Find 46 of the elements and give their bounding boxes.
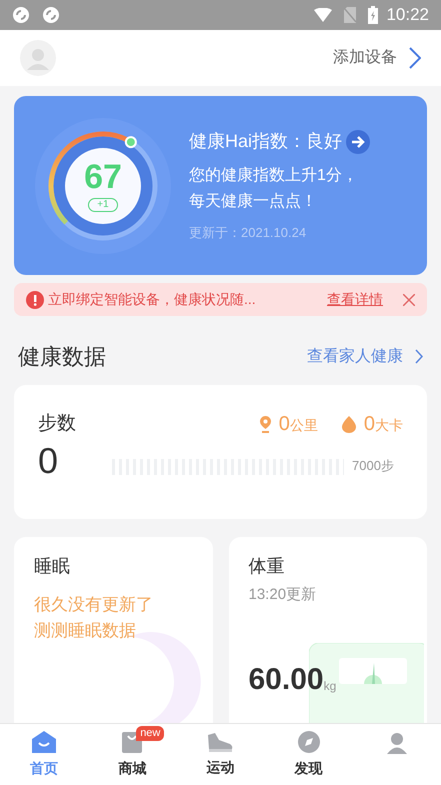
- location-pin-icon: [260, 416, 271, 432]
- sync-icon: [42, 6, 60, 24]
- update-date: 更新于：2021.10.24: [189, 224, 308, 242]
- flame-icon: [342, 416, 356, 432]
- sleep-message-line: 很久没有更新了: [34, 594, 154, 616]
- nav-tab[interactable]: 运动: [176, 724, 265, 785]
- nav-tab[interactable]: 发现: [264, 724, 353, 785]
- steps-count: 0: [38, 443, 60, 479]
- sleep-message-line: 测测睡眠数据: [34, 620, 137, 642]
- person-icon: [384, 730, 409, 754]
- weight-title: 体重: [248, 555, 286, 578]
- health-message-line: 每天健康一点点！: [189, 192, 318, 212]
- battery-icon: [368, 6, 378, 24]
- sleep-card[interactable]: 睡眠 很久没有更新了 测测睡眠数据: [14, 537, 212, 723]
- chevron-right-icon: [409, 47, 421, 69]
- steps-goal: 7000步: [352, 456, 394, 474]
- sync-icon: [12, 6, 30, 24]
- arrow-right-icon[interactable]: [346, 130, 370, 154]
- section-title: 健康数据: [18, 343, 106, 371]
- close-icon[interactable]: [403, 294, 415, 306]
- sleep-title: 睡眠: [34, 555, 71, 578]
- wifi-icon: [314, 8, 332, 22]
- new-badge: new: [136, 726, 164, 741]
- health-index-title: 健康Hai指数：良好: [189, 130, 342, 154]
- health-message-line: 您的健康指数上升1分，: [189, 166, 359, 186]
- score-change: +1: [88, 198, 118, 212]
- health-score: 67: [84, 160, 122, 194]
- steps-title: 步数: [38, 412, 76, 436]
- compass-icon: [296, 730, 321, 754]
- weight-value: 60.00: [248, 664, 324, 694]
- weight-updated: 13:20更新: [248, 585, 318, 605]
- shoe-icon: [206, 731, 234, 753]
- clock: 10:22: [386, 4, 429, 26]
- home-icon: [31, 730, 58, 754]
- calories-value: 0大卡: [364, 412, 403, 437]
- weight-unit: kg: [324, 678, 336, 694]
- alert-icon: [26, 290, 44, 308]
- nav-tab[interactable]: new 商城: [88, 724, 176, 785]
- weight-card[interactable]: 体重 13:20更新 60.00kg: [228, 537, 427, 723]
- no-sim-icon: [344, 7, 356, 23]
- chevron-right-icon: [415, 349, 423, 364]
- avatar-icon[interactable]: [20, 40, 56, 76]
- alert-text: 立即绑定智能设备，健康状况随...: [48, 290, 256, 309]
- add-device-button[interactable]: 添加设备: [333, 46, 421, 70]
- distance-value: 0公里: [278, 412, 318, 437]
- steps-card[interactable]: 步数 0公里 0大卡 0 7000步: [14, 385, 427, 519]
